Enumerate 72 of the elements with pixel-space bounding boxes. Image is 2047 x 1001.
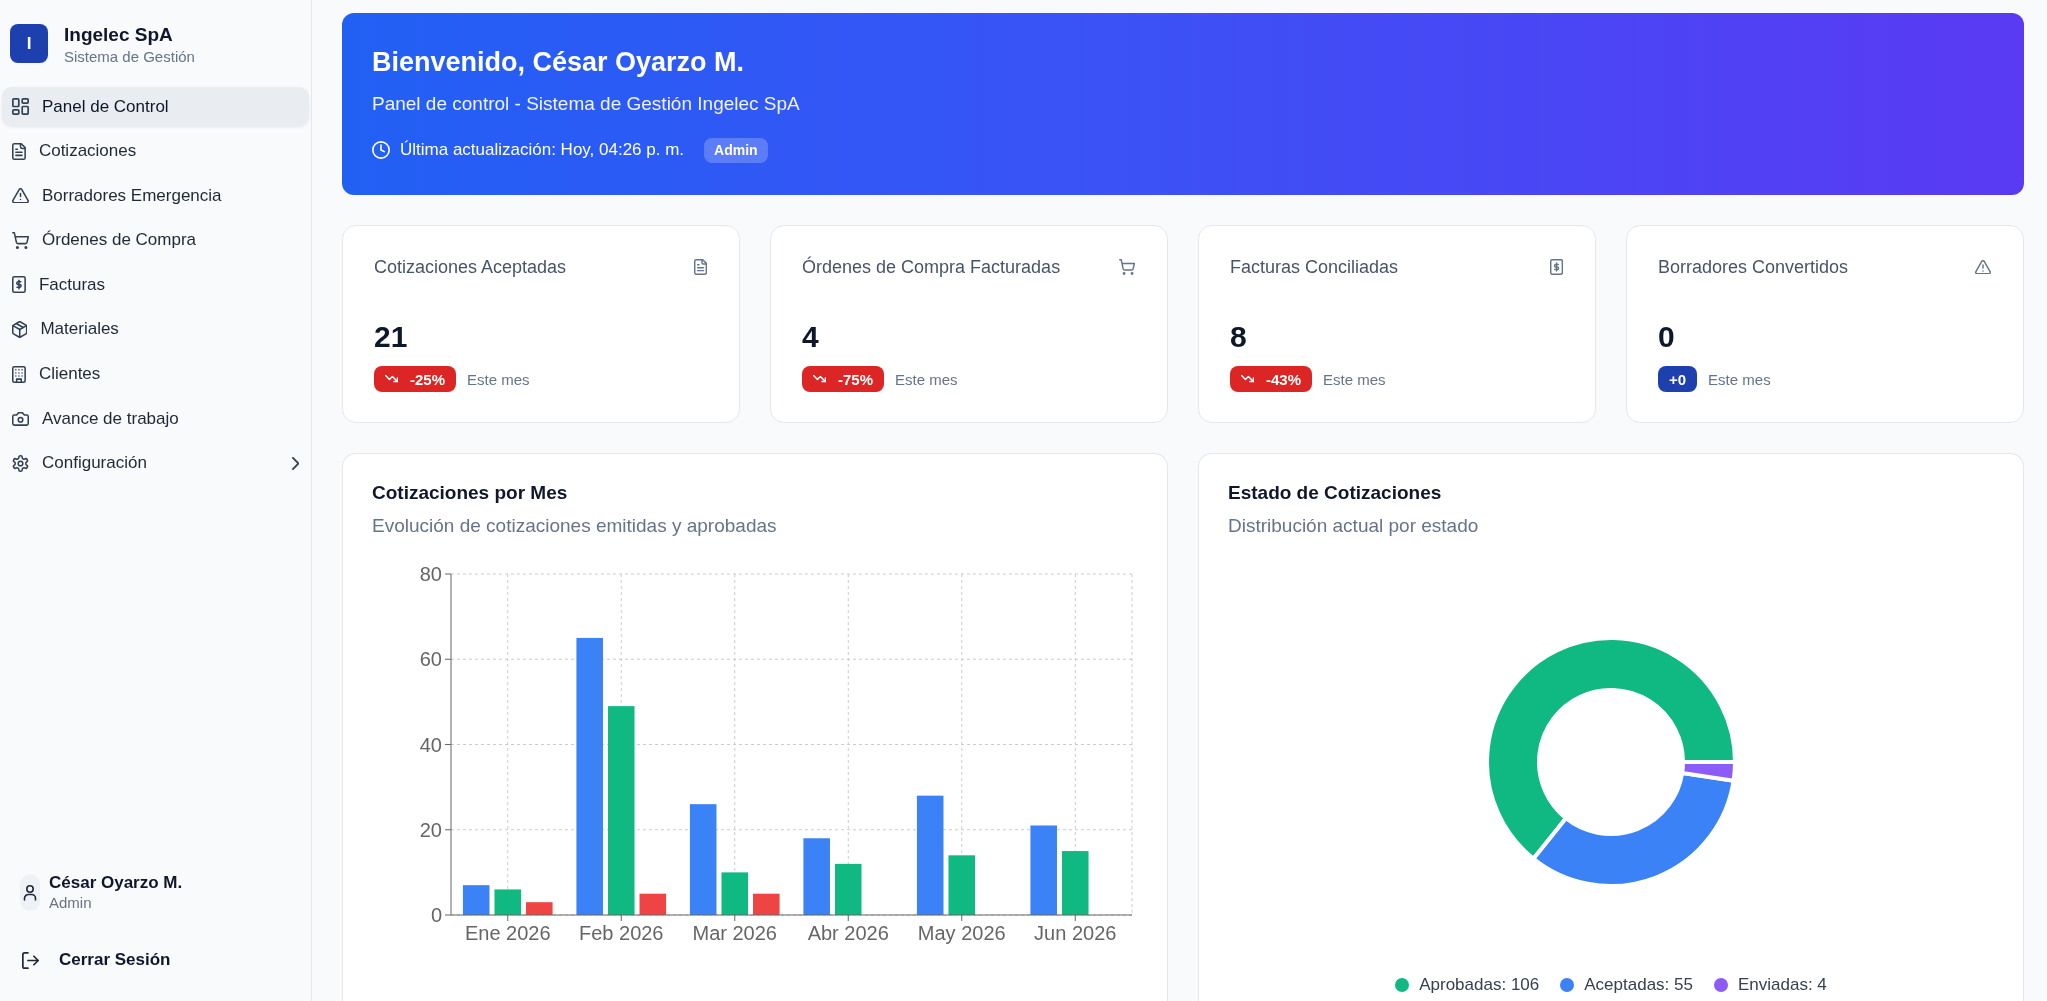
brand-name: Ingelec SpA (64, 24, 174, 46)
change-value: -25% (410, 370, 446, 388)
legend-label: Enviadas: 4 (1737, 975, 1827, 995)
stat-value: 4 (802, 320, 820, 354)
chart-title: Estado de Cotizaciones (1228, 481, 1443, 505)
clock-icon (372, 141, 390, 159)
x-axis-label: May 2026 (917, 922, 1006, 945)
dollar-document-icon (12, 276, 26, 294)
y-axis-label: 40 (419, 733, 442, 756)
warning-icon (1975, 259, 1991, 275)
nav-item[interactable]: Órdenes de Compra (2, 220, 309, 260)
nav-item[interactable]: Cotizaciones (2, 131, 309, 171)
stat-value: 21 (374, 320, 409, 354)
legend-label: Aceptadas: 55 (1584, 975, 1693, 995)
trend-down-icon (1241, 375, 1254, 383)
brand-subtitle: Sistema de Gestión (64, 47, 195, 67)
y-axis-label: 20 (419, 818, 442, 841)
user-name: César Oyarzo M. (49, 872, 183, 894)
stat-title: Borradores Convertidos (1658, 256, 1849, 278)
nav-item[interactable]: Configuración (2, 443, 309, 483)
nav-item[interactable]: Borradores Emergencia (2, 176, 309, 216)
nav-item[interactable]: Materiales (2, 309, 309, 349)
trend-down-icon (385, 375, 398, 383)
document-icon (12, 142, 26, 160)
x-axis-label: Mar 2026 (692, 922, 777, 945)
welcome-title: Bienvenido, César Oyarzo M. (372, 46, 746, 79)
logout-button[interactable]: Cerrar Sesión (12, 940, 181, 980)
change-value: +0 (1669, 370, 1687, 388)
dashboard-icon (12, 98, 29, 115)
x-axis-label: Abr 2026 (807, 922, 889, 945)
building-icon (12, 365, 26, 383)
chart-subtitle: Evolución de cotizaciones emitidas y aprobadas (372, 514, 778, 538)
period-label: Este mes (467, 370, 530, 388)
brand-logo: I (10, 24, 48, 63)
period-label: Este mes (1708, 370, 1771, 388)
y-axis-label: 60 (419, 648, 442, 671)
stat-value: 8 (1230, 320, 1248, 354)
document-icon (693, 259, 707, 275)
nav-item[interactable]: Avance de trabajo (2, 399, 309, 439)
stat-value: 0 (1658, 320, 1676, 354)
stat-title: Cotizaciones Aceptadas (374, 256, 567, 278)
role-badge: Admin (704, 137, 768, 163)
user-avatar-icon (20, 873, 40, 911)
warning-icon (12, 187, 29, 204)
stat-title: Facturas Conciliadas (1230, 256, 1399, 278)
cart-icon (12, 231, 29, 249)
period-label: Este mes (895, 370, 958, 388)
stat-title: Órdenes de Compra Facturadas (802, 256, 1061, 278)
nav-item[interactable]: Clientes (2, 354, 309, 394)
logout-icon (22, 951, 39, 969)
nav-item[interactable]: Panel de Control (2, 87, 309, 126)
box-icon (12, 320, 28, 338)
dollar-document-icon (1549, 259, 1563, 275)
nav-item[interactable]: Facturas (2, 265, 309, 305)
x-axis-label: Ene 2026 (464, 922, 551, 945)
cart-icon (1119, 259, 1135, 275)
period-label: Este mes (1323, 370, 1386, 388)
camera-icon (12, 411, 29, 426)
x-axis-label: Feb 2026 (579, 922, 664, 945)
y-axis-label: 0 (430, 904, 442, 927)
banner-subtitle: Panel de control - Sistema de Gestión Ingelec SpA (372, 92, 801, 116)
legend-label: Aprobadas: 106 (1419, 975, 1540, 995)
change-value: -75% (838, 370, 874, 388)
change-value: -43% (1266, 370, 1302, 388)
chart-title: Cotizaciones por Mes (372, 481, 569, 505)
last-updated-text: Última actualización: Hoy, 04:26 p. m. (400, 139, 685, 161)
user-role: Admin (49, 894, 93, 912)
x-axis-label: Jun 2026 (1034, 922, 1117, 945)
settings-icon (12, 454, 29, 472)
y-axis-label: 80 (419, 563, 442, 586)
chart-subtitle: Distribución actual por estado (1228, 514, 1480, 538)
trend-down-icon (813, 375, 826, 383)
